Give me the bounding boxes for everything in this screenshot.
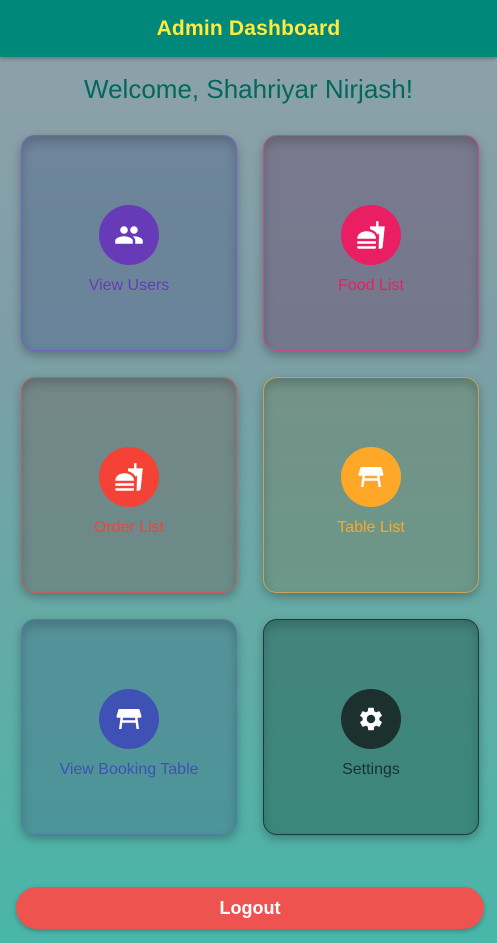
view-users-card[interactable]: View Users (21, 135, 237, 351)
order-list-card[interactable]: Order List (21, 377, 237, 593)
view-booking-table-label: View Booking Table (59, 761, 199, 778)
settings-card[interactable]: Settings (263, 619, 479, 835)
app-bar: Admin Dashboard (0, 0, 497, 57)
order-list-label: Order List (93, 519, 165, 536)
food-list-label: Food List (338, 277, 404, 294)
logout-button[interactable]: Logout (16, 887, 484, 929)
view-users-label: View Users (88, 277, 170, 294)
table-list-label: Table List (337, 519, 405, 536)
table-icon (99, 689, 159, 749)
table-icon (341, 447, 401, 507)
settings-label: Settings (342, 761, 400, 778)
gear-icon (341, 689, 401, 749)
app-title: Admin Dashboard (156, 16, 341, 40)
people-icon (99, 205, 159, 265)
fastfood-icon (341, 205, 401, 265)
table-list-card[interactable]: Table List (263, 377, 479, 593)
fastfood-icon (99, 447, 159, 507)
welcome-message: Welcome, Shahriyar Nirjash! (84, 74, 413, 104)
food-list-card[interactable]: Food List (263, 135, 479, 351)
view-booking-table-card[interactable]: View Booking Table (21, 619, 237, 835)
